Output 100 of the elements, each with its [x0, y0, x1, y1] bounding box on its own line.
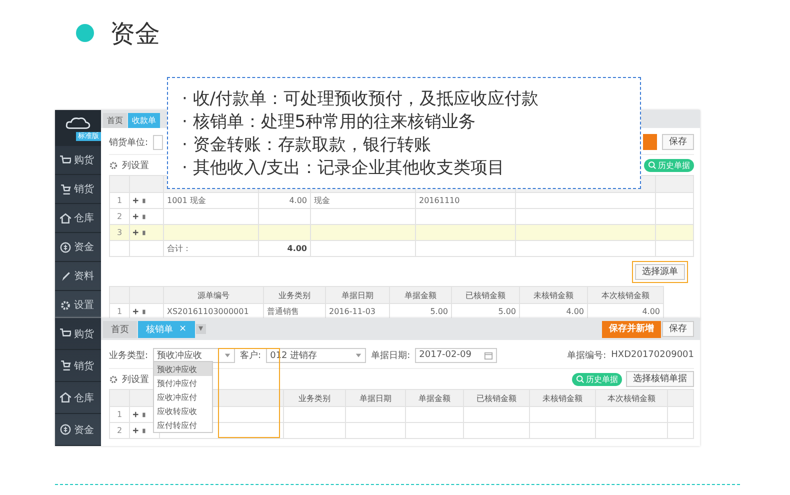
table-cell — [346, 423, 406, 439]
search-icon — [648, 161, 656, 169]
table-cell — [284, 407, 346, 423]
bullet-dot — [76, 24, 94, 42]
table-cell — [656, 241, 694, 257]
sidebar-item[interactable]: 购货 — [55, 146, 101, 175]
field-label: 业务类型: — [109, 350, 148, 362]
row-number: 1 — [110, 193, 130, 209]
callout-text: · 资金转账：存款取款，银行转账 — [182, 134, 431, 156]
column-header: 已核销金额 — [464, 390, 530, 407]
table-cell — [284, 423, 346, 439]
dropdown-option[interactable]: 预收冲应收 — [154, 362, 212, 376]
add-delete-icon[interactable] — [133, 411, 147, 418]
table-cell: 1001 现金 — [164, 193, 259, 209]
sidebar-item[interactable]: 资料 — [55, 262, 101, 291]
select-source-button[interactable]: 选择源单 — [635, 264, 685, 280]
table-cell — [668, 423, 694, 439]
column-header: 源单编号 — [164, 287, 264, 304]
select-writeoff-button[interactable]: 选择核销单据 — [626, 371, 694, 387]
tab[interactable]: 首页 — [103, 320, 137, 338]
cloud-logo-icon — [65, 116, 91, 130]
sale-icon — [60, 360, 71, 371]
dropdown-option[interactable]: 应付转应付 — [154, 418, 212, 432]
column-header: 单据金额 — [406, 390, 464, 407]
cart-icon — [60, 154, 71, 166]
table-cell — [530, 423, 596, 439]
table-cell — [464, 423, 530, 439]
table-cell — [464, 407, 530, 423]
column-header: 单据金额 — [390, 287, 452, 304]
table-cell: 现金 — [311, 193, 416, 209]
column-header: 未核销金额 — [530, 390, 596, 407]
total-value: 4.00 — [259, 241, 311, 257]
money-icon — [60, 242, 71, 252]
column-header: 业务类别 — [264, 287, 326, 304]
table-cell: 20161110 — [416, 193, 516, 209]
callout-text: · 核销单：处理5种常用的往来核销业务 — [182, 110, 476, 132]
caret-icon — [355, 352, 362, 358]
sidebar-item[interactable]: 销货 — [55, 175, 101, 204]
table-cell — [530, 407, 596, 423]
dropdown-option[interactable]: 应收冲应付 — [154, 390, 212, 404]
row-number: 2 — [110, 423, 130, 439]
input-field[interactable] — [153, 134, 164, 150]
table-cell — [668, 407, 694, 423]
cart-icon — [60, 328, 71, 339]
slide-title: 资金 — [110, 18, 160, 50]
column-header: 单据日期 — [326, 287, 390, 304]
total-label: 合计： — [164, 241, 259, 257]
add-delete-icon[interactable] — [133, 308, 147, 315]
dropdown-option[interactable]: 应收转应收 — [154, 404, 212, 418]
pen-icon — [60, 270, 71, 282]
column-header: 本次核销金额 — [588, 287, 664, 304]
table-cell — [656, 225, 694, 241]
search-icon — [576, 375, 584, 383]
sidebar-item[interactable]: 资金 — [55, 414, 101, 446]
column-settings-link[interactable]: 列设置 — [122, 372, 149, 386]
table-cell — [596, 407, 668, 423]
sidebar-item[interactable]: 资金 — [55, 233, 101, 262]
table-cell — [346, 407, 406, 423]
save-button[interactable]: 保存 — [662, 321, 694, 337]
field-value: HXD20170209001 — [611, 350, 694, 360]
column-header: 单据日期 — [346, 390, 406, 407]
table-cell — [596, 423, 668, 439]
add-delete-icon[interactable] — [133, 213, 147, 220]
field-label: 单据日期: — [371, 350, 410, 362]
house-icon — [60, 212, 71, 224]
field-label: 单据编号: — [567, 350, 606, 362]
add-delete-icon[interactable] — [133, 229, 147, 236]
type-select[interactable]: 预收冲应收 — [153, 348, 236, 362]
settings-icon — [109, 160, 118, 170]
field-label: 销货单位: — [109, 136, 148, 148]
gear-icon — [60, 300, 71, 310]
table-cell — [406, 407, 464, 423]
callout-text: · 收/付款单：可处理预收预付，及抵应收应付款 — [182, 88, 539, 110]
table-cell — [656, 193, 694, 209]
table-cell — [259, 225, 311, 241]
callout-text: · 其他收入/支出：记录企业其他收支类项目 — [182, 156, 505, 178]
date-field[interactable]: 2017-02-09 — [415, 348, 498, 362]
column-header: 本次核销金额 — [596, 390, 668, 407]
field-label: 客户: — [240, 350, 262, 362]
save-button[interactable]: 保存 — [662, 134, 694, 150]
column-header: 业务类别 — [284, 390, 346, 407]
column-header: 已核销金额 — [452, 287, 520, 304]
calendar-icon — [484, 350, 494, 360]
tab[interactable]: 首页 — [103, 113, 127, 128]
sidebar-item[interactable]: 仓库 — [55, 204, 101, 233]
table-cell: 4.00 — [259, 193, 311, 209]
column-header: 未核销金额 — [520, 287, 588, 304]
caret-icon — [224, 352, 232, 358]
sidebar-item[interactable]: 仓库 — [55, 382, 101, 414]
add-delete-icon[interactable] — [133, 427, 147, 434]
dropdown-option[interactable]: 预付冲应付 — [154, 376, 212, 390]
column-settings-link[interactable]: 列设置 — [122, 158, 149, 172]
row-number: 1 — [110, 407, 130, 423]
add-delete-icon[interactable] — [133, 197, 147, 204]
sidebar-item[interactable]: 销货 — [55, 350, 101, 382]
money-icon — [60, 424, 71, 435]
house-icon — [60, 392, 71, 403]
table-cell — [406, 423, 464, 439]
sale-icon — [60, 184, 71, 194]
settings-icon — [109, 374, 118, 384]
